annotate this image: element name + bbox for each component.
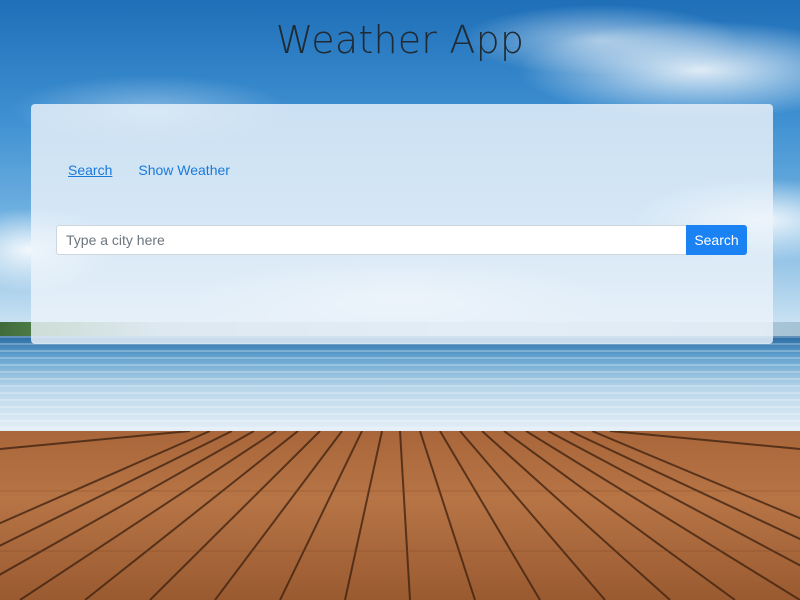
nav-tabs: Search Show Weather [68, 162, 230, 178]
page-title: Weather App [275, 18, 525, 62]
tab-search[interactable]: Search [68, 162, 112, 178]
tab-show-weather[interactable]: Show Weather [138, 162, 230, 178]
water-reflection [0, 336, 800, 432]
deck-planks [0, 431, 800, 600]
city-search-input[interactable] [56, 225, 686, 255]
main-card: Search Show Weather Search [31, 104, 773, 344]
search-form: Search [56, 225, 747, 255]
wooden-deck [0, 431, 800, 600]
app-background: Weather App Search Show Weather Search [0, 0, 800, 600]
search-button[interactable]: Search [686, 225, 747, 255]
